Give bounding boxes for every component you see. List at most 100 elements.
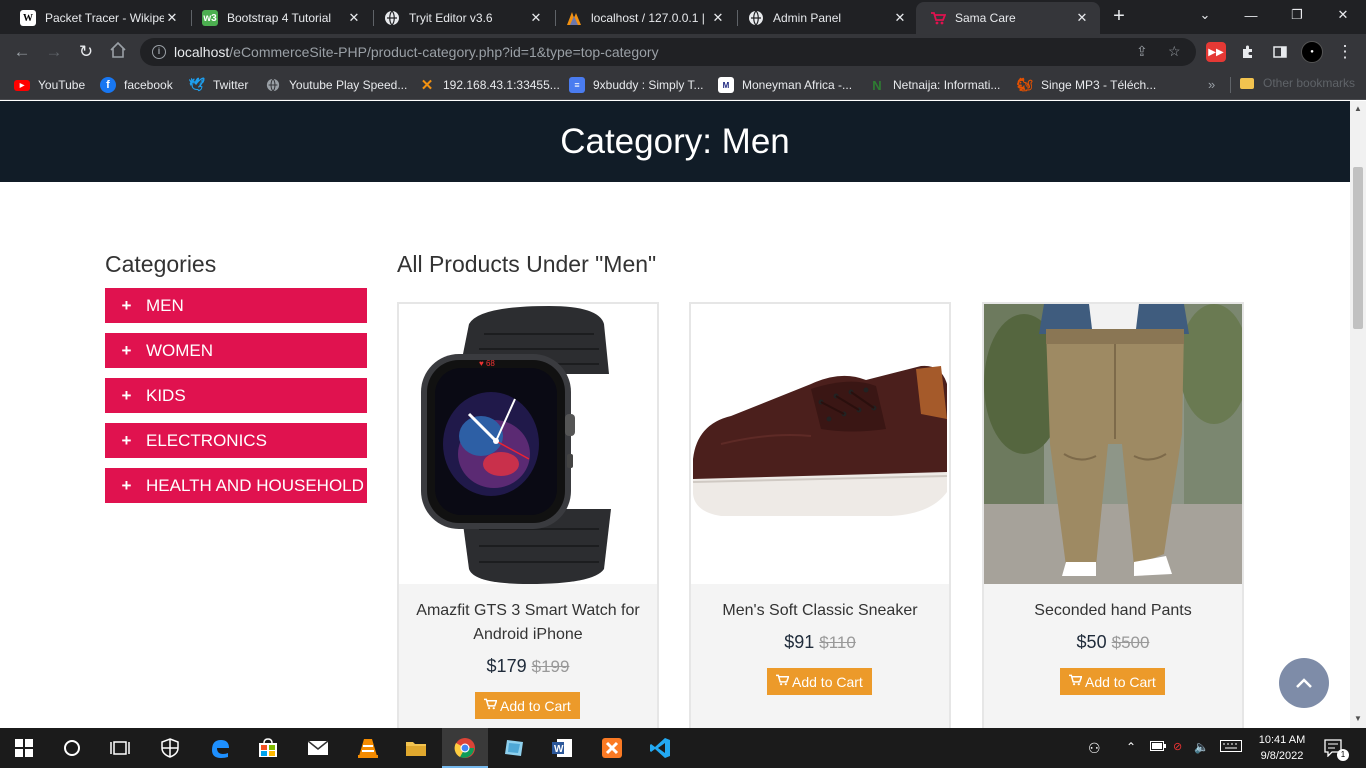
chrome-icon[interactable] [453, 736, 477, 760]
tab-title: Admin Panel [773, 11, 842, 25]
plus-icon[interactable]: + [105, 341, 146, 361]
cart-icon [776, 674, 790, 689]
category-banner: Category: Men [0, 101, 1350, 182]
bookmark-facebook[interactable]: f facebook [100, 76, 173, 94]
product-name[interactable]: Amazfit GTS 3 Smart Watch for Android iP… [409, 599, 647, 647]
address-bar[interactable]: i localhost/eCommerceSite-PHP/product-ca… [140, 38, 1196, 66]
tab-tryit[interactable]: Tryit Editor v3.6 ✕ [370, 2, 554, 34]
plus-icon[interactable]: + [105, 431, 146, 451]
bookmark-netnaija[interactable]: N Netnaija: Informati... [869, 76, 1000, 94]
add-to-cart-button[interactable]: Add to Cart [1060, 668, 1165, 695]
share-icon[interactable]: ⇪ [1136, 43, 1148, 60]
close-tab-icon[interactable]: ✕ [892, 10, 908, 26]
category-women[interactable]: + WOMEN [105, 333, 367, 368]
close-tab-icon[interactable]: ✕ [528, 10, 544, 26]
bookmark-singe-mp3[interactable]: 🐿 Singe MP3 - Téléch... [1017, 76, 1156, 94]
keyboard-icon[interactable] [1220, 740, 1242, 755]
bookmark-star-icon[interactable]: ☆ [1168, 43, 1181, 60]
scroll-up-arrow-icon[interactable]: ▲ [1354, 104, 1362, 113]
site-info-icon[interactable]: i [152, 45, 166, 59]
notification-count-badge: 1 [1337, 749, 1349, 761]
product-name[interactable]: Seconded hand Pants [994, 599, 1232, 623]
profile-avatar[interactable]: ● [1301, 41, 1323, 63]
plus-icon[interactable]: + [105, 296, 146, 316]
close-tab-icon[interactable]: ✕ [346, 10, 362, 26]
tab-sama-care[interactable]: Sama Care ✕ [916, 2, 1100, 34]
more-bookmarks-icon[interactable]: » [1208, 77, 1215, 92]
squirrel-icon: 🐿 [1016, 77, 1034, 92]
category-health-and-household[interactable]: + HEALTH AND HOUSEHOLD [105, 468, 367, 503]
volume-icon[interactable]: 🔈 [1194, 740, 1209, 754]
add-to-cart-button[interactable]: Add to Cart [767, 668, 872, 695]
browser-tab-strip: W Packet Tracer - Wikipe ✕ w3 Bootstrap … [0, 0, 1366, 34]
bookmark-xender[interactable]: ✕ 192.168.43.1:33455... [419, 76, 560, 94]
scroll-to-top-button[interactable] [1279, 658, 1329, 708]
doc-icon: ≡ [569, 77, 585, 93]
tab-admin-panel[interactable]: Admin Panel ✕ [734, 2, 918, 34]
new-tab-button[interactable]: + [1108, 6, 1130, 28]
tab-phpmyadmin[interactable]: localhost / 127.0.0.1 | ✕ [552, 2, 736, 34]
bookmark-twitter[interactable]: 🕊 Twitter [189, 76, 249, 94]
close-window-button[interactable]: ✕ [1320, 0, 1366, 30]
tab-title: Sama Care [955, 11, 1016, 25]
restore-button[interactable]: ❐ [1274, 0, 1320, 30]
globe-icon [384, 10, 400, 26]
category-men[interactable]: + MEN [105, 288, 367, 323]
extension-video-icon[interactable]: ▶▶ [1206, 42, 1226, 62]
security-shield-icon[interactable] [158, 736, 182, 760]
category-kids[interactable]: + KIDS [105, 378, 367, 413]
close-tab-icon[interactable]: ✕ [1074, 10, 1090, 26]
product-card: Men's Soft Classic Sneaker $91 $110 Add … [689, 302, 951, 728]
windows-start-icon[interactable] [12, 736, 36, 760]
product-image-pants[interactable] [984, 304, 1242, 584]
scroll-down-arrow-icon[interactable]: ▼ [1354, 714, 1362, 723]
forward-arrow-icon[interactable]: → [43, 41, 65, 63]
side-panel-icon[interactable] [1270, 42, 1290, 62]
back-arrow-icon[interactable]: ← [11, 41, 33, 63]
bookmark-youtube[interactable]: ▶ YouTube [14, 76, 85, 94]
sidebar-title: Categories [105, 251, 217, 277]
product-name[interactable]: Men's Soft Classic Sneaker [701, 599, 939, 623]
network-disconnected-icon[interactable]: ⊘ [1173, 740, 1182, 753]
extensions-puzzle-icon[interactable] [1238, 42, 1258, 62]
plus-icon[interactable]: + [105, 476, 146, 496]
edge-browser-icon[interactable] [208, 736, 232, 760]
other-bookmarks[interactable]: Other bookmarks [1240, 76, 1355, 90]
tab-packet-tracer[interactable]: W Packet Tracer - Wikipe ✕ [6, 2, 190, 34]
close-tab-icon[interactable]: ✕ [710, 10, 726, 26]
store-icon[interactable] [256, 736, 280, 760]
category-electronics[interactable]: + ELECTRONICS [105, 423, 367, 458]
search-icon[interactable] [60, 736, 84, 760]
task-view-icon[interactable] [108, 736, 132, 760]
chrome-menu-icon[interactable]: ⋮ [1334, 41, 1356, 63]
home-icon[interactable] [107, 41, 129, 63]
notification-center-icon[interactable]: 1 [1322, 736, 1349, 761]
bookmark-9xbuddy[interactable]: ≡ 9xbuddy : Simply T... [569, 76, 704, 94]
bookmark-moneyman[interactable]: M Moneyman Africa -... [718, 76, 852, 94]
add-to-cart-button[interactable]: Add to Cart [475, 692, 580, 719]
xampp-icon[interactable] [600, 736, 624, 760]
tab-search-icon[interactable]: ⌄ [1182, 0, 1228, 30]
tab-bootstrap[interactable]: w3 Bootstrap 4 Tutorial ✕ [188, 2, 372, 34]
mail-icon[interactable] [306, 736, 330, 760]
people-icon[interactable]: ⚇ [1088, 740, 1101, 757]
image-viewer-icon[interactable] [502, 736, 526, 760]
plus-icon[interactable]: + [105, 386, 146, 406]
vscode-icon[interactable] [648, 736, 672, 760]
tab-title: localhost / 127.0.0.1 | [591, 11, 705, 25]
scrollbar-thumb[interactable] [1353, 167, 1363, 329]
product-image-smartwatch[interactable]: ♥ 68 [399, 304, 657, 584]
show-hidden-icons-chevron-icon[interactable]: ⌃ [1126, 740, 1136, 754]
word-icon[interactable]: W [550, 736, 574, 760]
minimize-button[interactable]: — [1228, 0, 1274, 30]
reload-icon[interactable]: ↻ [75, 41, 97, 63]
file-explorer-icon[interactable] [404, 736, 428, 760]
product-image-sneaker[interactable] [691, 304, 949, 584]
bookmark-youtube-speed[interactable]: Youtube Play Speed... [265, 76, 407, 94]
page-scrollbar[interactable]: ▲ ▼ [1350, 101, 1366, 728]
vlc-icon[interactable] [356, 736, 380, 760]
battery-icon[interactable] [1150, 740, 1166, 754]
old-price: $199 [531, 657, 570, 676]
system-clock[interactable]: 10:41 AM 9/8/2022 [1252, 732, 1312, 764]
close-tab-icon[interactable]: ✕ [164, 10, 180, 26]
